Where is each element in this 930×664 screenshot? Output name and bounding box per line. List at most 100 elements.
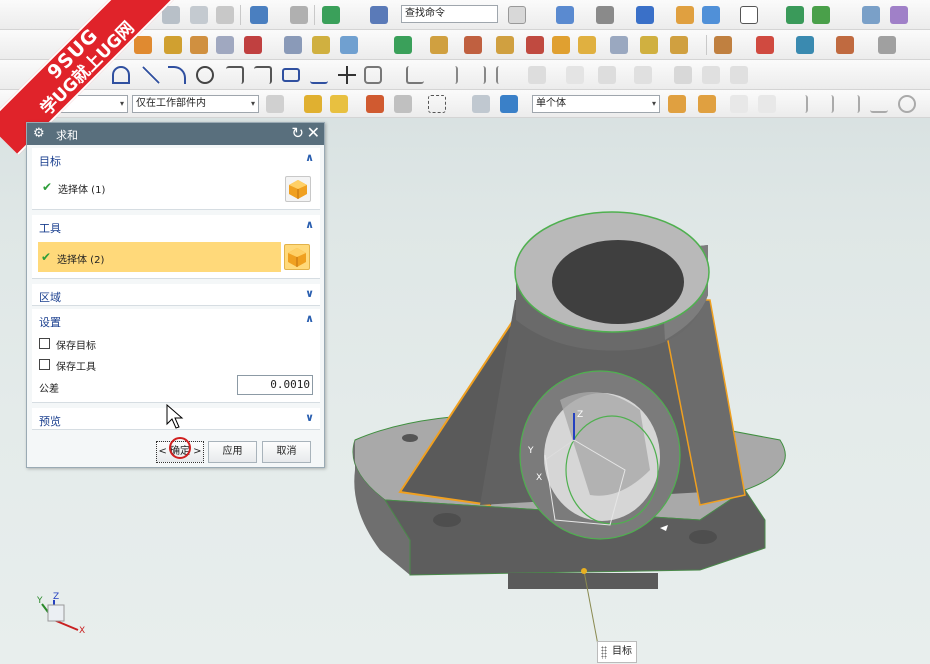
select-body-button[interactable] <box>284 244 310 270</box>
arc-icon[interactable] <box>168 66 186 84</box>
snap-control-icon[interactable] <box>790 95 808 113</box>
trim-curve-icon[interactable] <box>406 66 424 84</box>
revolve-icon[interactable] <box>164 36 182 54</box>
intersect-icon[interactable] <box>340 36 358 54</box>
layer-icon[interactable] <box>740 6 758 24</box>
sketch-style-icon[interactable] <box>702 66 720 84</box>
point-icon[interactable] <box>338 66 356 84</box>
chevron-up-icon[interactable]: ∧ <box>305 312 314 325</box>
snap-perp-icon[interactable] <box>870 95 888 113</box>
line-icon[interactable] <box>142 66 160 84</box>
keep-target-checkbox[interactable] <box>39 338 50 349</box>
constraint-icon[interactable] <box>528 66 546 84</box>
cylinder-icon[interactable] <box>216 36 234 54</box>
body-rule-dropdown[interactable]: 单个体 ▾ <box>532 95 660 113</box>
extrude-icon[interactable] <box>134 36 152 54</box>
target-section-header[interactable]: 目标 ∧ <box>32 148 320 170</box>
shaded-cube-icon[interactable] <box>636 6 654 24</box>
command-search-input[interactable]: 查找命令 <box>401 5 498 23</box>
block-icon[interactable] <box>190 36 208 54</box>
offset-face-icon[interactable] <box>670 36 688 54</box>
rectangle-icon[interactable] <box>282 68 300 82</box>
keep-tool-checkbox[interactable] <box>39 359 50 370</box>
split-body-icon[interactable] <box>640 36 658 54</box>
select-all-icon[interactable] <box>304 95 322 113</box>
gear-icon[interactable]: ⚙ <box>33 126 45 141</box>
command-finder-icon[interactable] <box>370 6 388 24</box>
resize-blend-icon[interactable] <box>878 36 896 54</box>
snap-end-icon[interactable] <box>730 95 748 113</box>
assembly-filter-icon[interactable] <box>266 95 284 113</box>
delete-face-icon[interactable] <box>836 36 854 54</box>
extend-curve-icon[interactable] <box>440 66 458 84</box>
undo-icon[interactable] <box>250 6 268 24</box>
keep-tool-checkbox-row[interactable]: 保存工具 <box>39 357 159 375</box>
shell-icon[interactable] <box>496 36 514 54</box>
snap-point-icon[interactable] <box>366 95 384 113</box>
datum-icon[interactable] <box>322 6 340 24</box>
filter-icon[interactable] <box>330 95 348 113</box>
copy-icon[interactable] <box>190 6 208 24</box>
select-body-button[interactable] <box>285 176 311 202</box>
offset-curve-icon[interactable] <box>364 66 382 84</box>
snap-intersect-icon[interactable] <box>816 95 834 113</box>
show-hide-icon[interactable] <box>786 6 804 24</box>
chevron-up-icon[interactable]: ∧ <box>305 218 314 231</box>
make-corner-icon[interactable] <box>496 66 514 84</box>
sync-modeling-icon[interactable] <box>714 36 732 54</box>
analysis-icon[interactable] <box>890 6 908 24</box>
spline-icon[interactable] <box>112 66 130 84</box>
circle-icon[interactable] <box>196 66 214 84</box>
snap-arc-icon[interactable] <box>842 95 860 113</box>
tool-section-header[interactable]: 工具 ∧ <box>32 215 320 237</box>
scope-filter-dropdown[interactable]: 仅在工作部件内 ▾ <box>132 95 259 113</box>
tool-select-row[interactable]: ✔ 选择体 (2) <box>38 242 281 272</box>
replace-face-icon[interactable] <box>796 36 814 54</box>
feature-filter-icon[interactable] <box>500 95 518 113</box>
keep-target-checkbox-row[interactable]: 保存目标 <box>39 336 159 354</box>
snap-mid-icon[interactable] <box>758 95 776 113</box>
dialog-titlebar[interactable]: ⚙ 求和 ↻ ✕ <box>27 123 324 145</box>
mirror-curve-icon[interactable] <box>598 66 616 84</box>
redo-icon[interactable] <box>290 6 308 24</box>
face-rule-icon[interactable] <box>668 95 686 113</box>
pattern-curve-icon[interactable] <box>566 66 584 84</box>
snap-center-icon[interactable] <box>898 95 916 113</box>
quick-pick-icon[interactable] <box>394 95 412 113</box>
rectangle-select-icon[interactable] <box>428 95 446 113</box>
snap-view-icon[interactable] <box>556 6 574 24</box>
subtract-icon[interactable] <box>312 36 330 54</box>
chevron-down-icon[interactable]: ∨ <box>305 287 314 300</box>
region-section-header[interactable]: 区域 ∨ <box>32 284 320 306</box>
pattern-icon[interactable] <box>552 36 570 54</box>
draft-icon[interactable] <box>526 36 544 54</box>
info-icon[interactable] <box>862 6 880 24</box>
arrow-right-icon[interactable] <box>698 95 716 113</box>
close-icon[interactable]: ✕ <box>307 123 320 142</box>
target-select-row[interactable]: ✔ 选择体 (1) <box>39 172 275 202</box>
render-style-icon[interactable] <box>596 6 614 24</box>
trim-body-icon[interactable] <box>610 36 628 54</box>
search-icon[interactable] <box>508 6 526 24</box>
chevron-up-icon[interactable]: ∧ <box>305 151 314 164</box>
background-icon[interactable] <box>676 6 694 24</box>
datum-plane-icon[interactable] <box>394 36 412 54</box>
mirror-icon[interactable] <box>578 36 596 54</box>
edge-blend-icon[interactable] <box>430 36 448 54</box>
chamfer-icon[interactable] <box>464 36 482 54</box>
edit-object-icon[interactable] <box>812 6 830 24</box>
tolerance-input[interactable]: 0.0010 <box>237 375 313 395</box>
sketch-options-icon[interactable] <box>730 66 748 84</box>
cancel-button[interactable]: 取消 <box>262 441 311 463</box>
corner-icon[interactable] <box>468 66 486 84</box>
settings-section-header[interactable]: 设置 ∧ <box>32 309 320 331</box>
unite-icon[interactable] <box>284 36 302 54</box>
sketch-finish-icon[interactable] <box>674 66 692 84</box>
apply-button[interactable]: 应用 <box>208 441 257 463</box>
sphere-icon[interactable] <box>244 36 262 54</box>
view-orient-icon[interactable] <box>702 6 720 24</box>
reset-icon[interactable]: ↻ <box>291 124 304 142</box>
body-filter-icon[interactable] <box>472 95 490 113</box>
chevron-down-icon[interactable]: ∨ <box>305 411 314 424</box>
move-face-icon[interactable] <box>756 36 774 54</box>
